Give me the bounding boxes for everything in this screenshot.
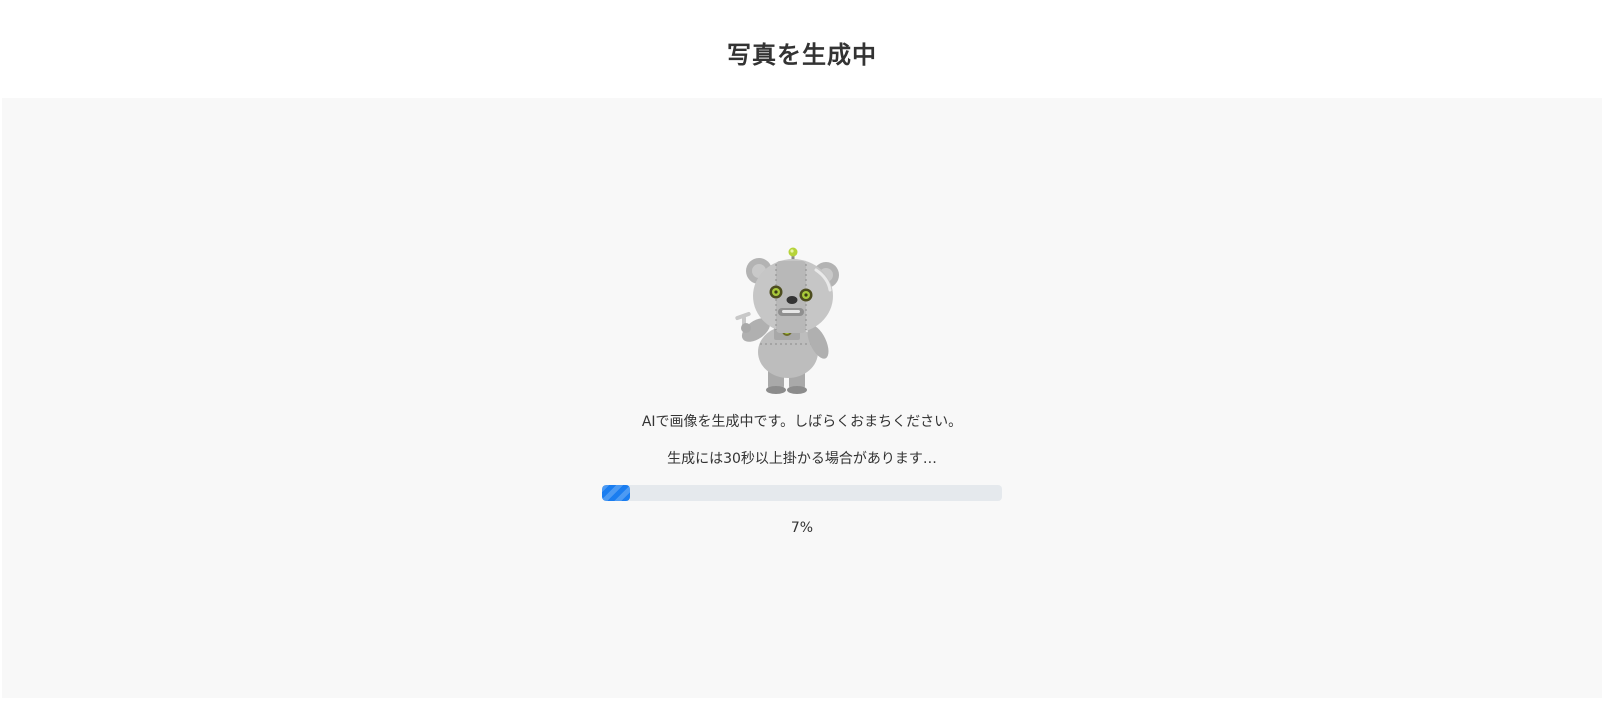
- progress-percent: 7%: [790, 520, 814, 536]
- progress-bar-fill: [602, 485, 630, 501]
- page-title: 写真を生成中: [727, 41, 877, 69]
- header: 写真を生成中: [0, 0, 1604, 98]
- robot-bear-icon: [735, 247, 839, 394]
- wait-notice: 生成には30秒以上掛かる場合があります…: [667, 451, 937, 467]
- progress-bar: [602, 485, 1002, 501]
- loading-message: AIで画像を生成中です。しばらくおまちください。: [641, 414, 963, 430]
- generation-panel: AIで画像を生成中です。しばらくおまちください。 生成には30秒以上掛かる場合が…: [2, 98, 1602, 698]
